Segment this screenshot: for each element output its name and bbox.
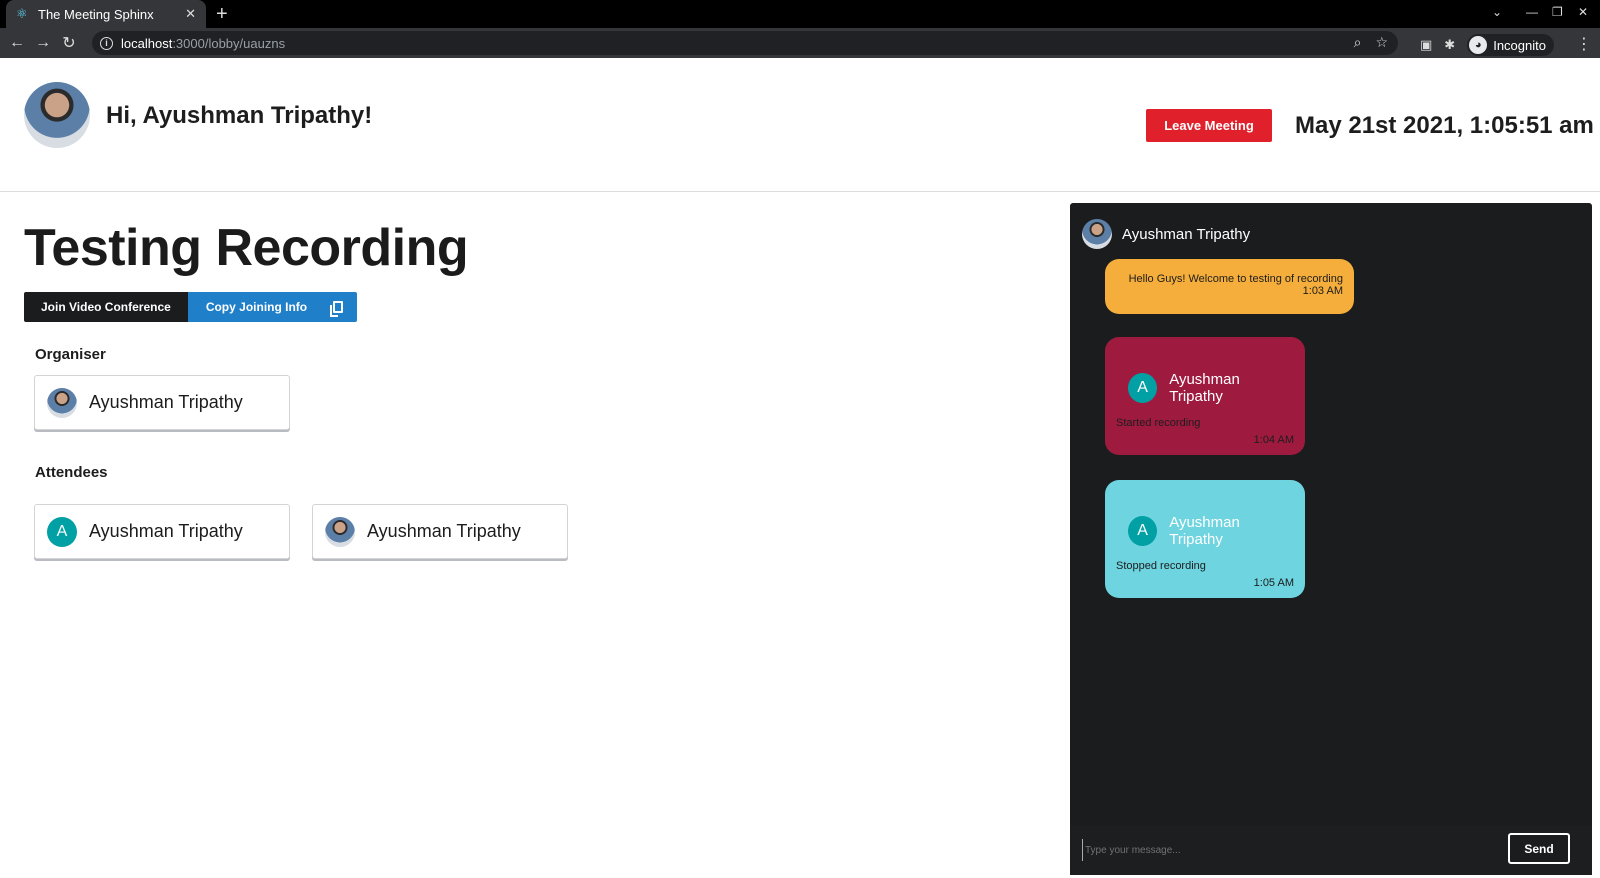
new-tab-icon[interactable]: + [216,3,228,25]
incognito-label: Incognito [1493,37,1546,53]
chat-message: Hello Guys! Welcome to testing of record… [1105,259,1354,314]
puzzle-icon[interactable]: ✱ [1444,37,1455,53]
letter-avatar: A [1128,516,1158,546]
event-time: 1:05 AM [1253,577,1294,589]
extension-icon[interactable]: ▣ [1420,37,1432,53]
attendees-heading: Attendees [35,464,108,481]
chat-header: Ayushman Tripathy [1082,219,1250,249]
send-button[interactable]: Send [1508,833,1570,864]
tab-title: The Meeting Sphinx [38,6,154,22]
forward-icon[interactable]: → [30,34,56,52]
incognito-icon: ◕ [1469,36,1488,54]
browser-tab[interactable]: ⚛ The Meeting Sphinx ✕ [6,0,206,28]
event-time: 1:04 AM [1253,434,1294,446]
react-icon: ⚛ [16,6,28,21]
copy-icon [330,301,344,317]
avatar [325,516,355,547]
greeting: Hi, Ayushman Tripathy! [106,102,373,129]
url-path: :3000/lobby/uauzns [172,35,286,51]
recording-started-event: A Ayushman Tripathy Started recording 1:… [1105,337,1305,455]
close-window-icon[interactable]: ✕ [1578,5,1588,19]
bookmark-star-icon[interactable]: ☆ [1375,34,1388,51]
meeting-title: Testing Recording [24,219,469,277]
minimize-icon[interactable]: — [1526,5,1538,19]
attendee-card: A Ayushman Tripathy [34,504,290,559]
chat-input-bar: Send [1070,825,1592,875]
organiser-card: Ayushman Tripathy [34,375,290,430]
restore-icon[interactable]: ❐ [1552,5,1563,19]
extensions-area: ▣ ✱ ◕ Incognito [1420,34,1554,56]
copy-joining-info-button[interactable]: Copy Joining Info [187,292,358,322]
chat-panel: Ayushman Tripathy Hello Guys! Welcome to… [1070,203,1592,875]
info-icon[interactable]: i [100,36,113,50]
event-user-name: Ayushman Tripathy [1169,371,1240,405]
event-text: Started recording [1116,417,1201,429]
user-avatar [24,82,90,148]
attendee-name: Ayushman Tripathy [89,521,243,541]
recording-stopped-event: A Ayushman Tripathy Stopped recording 1:… [1105,480,1305,598]
leave-meeting-button[interactable]: Leave Meeting [1146,109,1272,142]
message-time: 1:03 AM [1302,285,1343,297]
browser-tab-bar: ⚛ The Meeting Sphinx ✕ + ⌄ — ❐ ✕ [0,0,1600,28]
join-video-conference-button[interactable]: Join Video Conference [24,292,188,322]
current-datetime: May 21st 2021, 1:05:51 am [1295,112,1594,139]
event-text: Stopped recording [1116,560,1206,572]
letter-avatar: A [1128,373,1158,403]
incognito-profile[interactable]: ◕ Incognito [1467,34,1554,56]
browser-toolbar: ← → ↻ i localhost:3000/lobby/uauzns ⌕ ☆ [0,28,1600,58]
back-icon[interactable]: ← [4,34,30,52]
letter-avatar: A [47,516,77,547]
chat-user-avatar [1082,219,1112,249]
page-header: Hi, Ayushman Tripathy! Leave Meeting May… [0,58,1600,192]
attendee-name: Ayushman Tripathy [367,521,521,541]
organiser-heading: Organiser [35,346,106,363]
organiser-name: Ayushman Tripathy [89,392,243,412]
event-user-name: Ayushman Tripathy [1169,514,1240,548]
address-bar[interactable]: i localhost:3000/lobby/uauzns ⌕ ☆ [92,31,1398,55]
chat-user-name: Ayushman Tripathy [1122,225,1251,243]
url-host: localhost [121,35,173,51]
reload-icon[interactable]: ↻ [56,33,82,53]
close-tab-icon[interactable]: ✕ [185,6,196,22]
tab-search-icon[interactable]: ⌄ [1492,5,1502,19]
copy-joining-info-label: Copy Joining Info [205,300,308,314]
meeting-actions: Join Video Conference Copy Joining Info [24,292,358,322]
avatar [47,387,77,418]
chat-message-input[interactable] [1082,839,1482,861]
message-text: Hello Guys! Welcome to testing of record… [1128,273,1343,285]
kebab-menu-icon[interactable]: ⋮ [1576,34,1592,54]
attendee-card: Ayushman Tripathy [312,504,568,559]
zoom-icon[interactable]: ⌕ [1354,34,1362,51]
